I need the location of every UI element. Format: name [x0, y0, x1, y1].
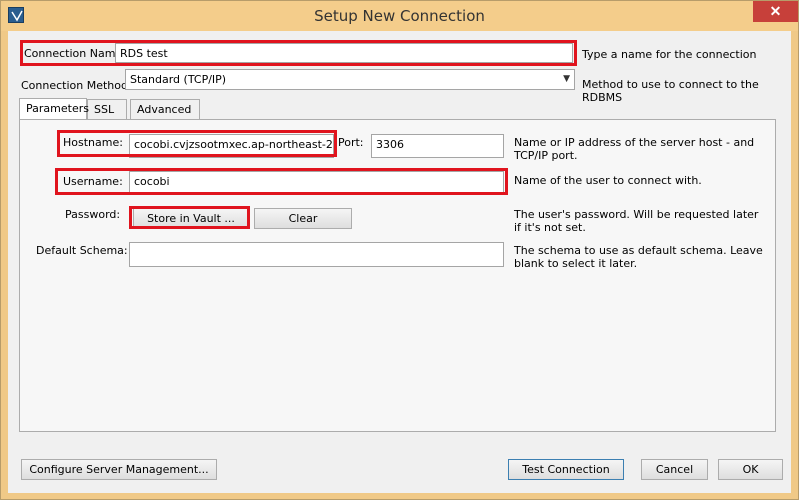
chevron-down-icon: ▼: [563, 74, 570, 84]
port-label: Port:: [338, 136, 364, 149]
clear-password-button[interactable]: Clear: [254, 208, 352, 229]
store-in-vault-highlight: [129, 206, 250, 229]
configure-server-management-button[interactable]: Configure Server Management...: [21, 459, 217, 480]
username-highlight: [55, 168, 508, 195]
titlebar[interactable]: Setup New Connection ✕: [1, 1, 798, 31]
connection-method-select[interactable]: Standard (TCP/IP) ▼: [125, 69, 575, 90]
connection-name-highlight: [20, 40, 577, 66]
password-label: Password:: [65, 208, 121, 221]
dialog-body: Connection Name: RDS test Type a name fo…: [8, 31, 791, 493]
password-hint: The user's password. Will be requested l…: [514, 208, 759, 234]
parameters-panel: Hostname: cocobi.cvjzsootmxec.ap-northea…: [19, 119, 776, 432]
connection-method-label: Connection Method:: [21, 79, 132, 92]
connection-method-value: Standard (TCP/IP): [130, 73, 227, 86]
username-hint: Name of the user to connect with.: [514, 174, 702, 187]
cancel-button[interactable]: Cancel: [641, 459, 708, 480]
tab-ssl[interactable]: SSL: [87, 99, 127, 119]
port-input[interactable]: 3306: [371, 134, 504, 158]
default-schema-hint: The schema to use as default schema. Lea…: [514, 244, 763, 270]
connection-name-hint: Type a name for the connection: [582, 48, 757, 61]
close-button[interactable]: ✕: [753, 1, 798, 22]
hostname-hint: Name or IP address of the server host - …: [514, 136, 755, 162]
hostname-highlight: [57, 130, 337, 157]
tab-parameters[interactable]: Parameters: [19, 98, 89, 119]
setup-connection-window: Setup New Connection ✕ Connection Name: …: [0, 0, 799, 500]
ok-button[interactable]: OK: [718, 459, 783, 480]
default-schema-input[interactable]: [129, 242, 504, 267]
default-schema-label: Default Schema:: [36, 244, 128, 257]
window-title: Setup New Connection: [314, 7, 485, 25]
tab-advanced[interactable]: Advanced: [130, 99, 200, 119]
test-connection-button[interactable]: Test Connection: [508, 459, 624, 480]
connection-method-hint: Method to use to connect to the RDBMS: [582, 78, 759, 104]
